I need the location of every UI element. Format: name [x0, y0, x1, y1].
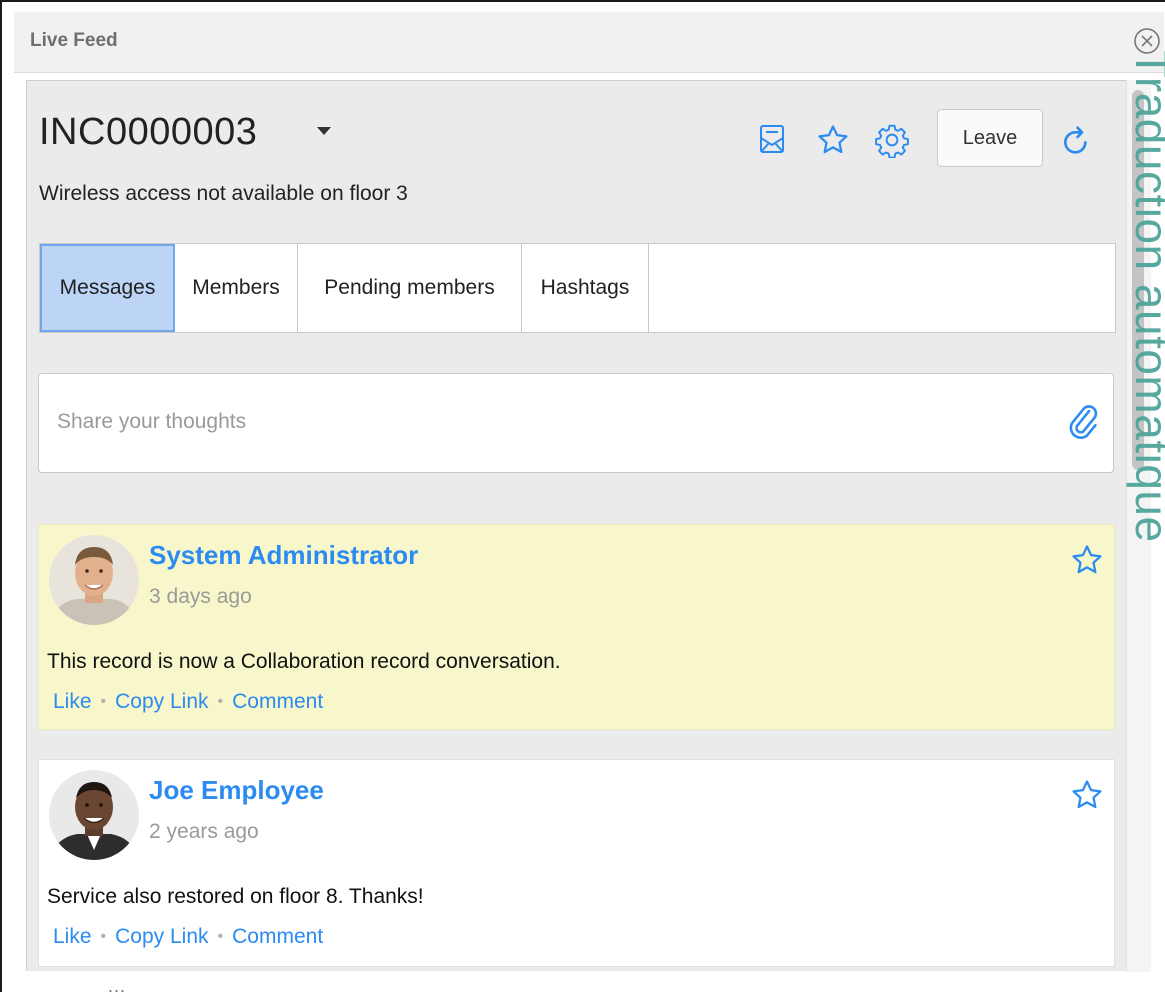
separator-dot: •: [100, 693, 107, 710]
comment-link[interactable]: Comment: [232, 925, 323, 948]
window-title: Live Feed: [30, 30, 118, 51]
feed-post: System Administrator 3 days ago This rec…: [38, 524, 1115, 730]
scrollbar-thumb[interactable]: [1132, 90, 1144, 470]
live-feed-window: Live Feed INC0000003 Wireless access not…: [0, 0, 1165, 996]
comment-link[interactable]: Comment: [232, 690, 323, 713]
post-text: This record is now a Collaboration recor…: [47, 650, 561, 673]
star-outline-icon[interactable]: [1070, 543, 1104, 577]
post-text: Service also restored on floor 8. Thanks…: [47, 885, 424, 908]
separator-dot: •: [100, 928, 107, 945]
post-timestamp: 3 days ago: [149, 585, 252, 608]
conversation-panel: INC0000003 Wireless access not available…: [26, 80, 1128, 971]
paperclip-icon[interactable]: [1065, 399, 1099, 443]
post-timestamp: 2 years ago: [149, 820, 259, 843]
copy-link-link[interactable]: Copy Link: [115, 690, 208, 713]
refresh-icon[interactable]: [1060, 123, 1092, 159]
tab-hashtags[interactable]: Hashtags: [522, 244, 649, 332]
post-actions: Like • Copy Link • Comment: [53, 690, 323, 714]
title-bar: Live Feed: [14, 12, 1164, 73]
leave-button[interactable]: Leave: [937, 109, 1043, 167]
feed-post: Joe Employee 2 years ago Service also re…: [38, 759, 1115, 967]
record-description: Wireless access not available on floor 3: [39, 182, 408, 205]
avatar: [49, 770, 139, 860]
post-author[interactable]: Joe Employee: [149, 775, 324, 806]
separator-dot: •: [217, 928, 224, 945]
tab-members[interactable]: Members: [175, 244, 298, 332]
tab-messages[interactable]: Messages: [40, 244, 175, 332]
email-icon[interactable]: [757, 124, 787, 156]
close-icon[interactable]: [1132, 26, 1162, 56]
share-input[interactable]: [39, 374, 1039, 470]
tab-bar: Messages Members Pending members Hashtag…: [39, 243, 1116, 333]
record-id: INC0000003: [39, 111, 258, 153]
star-outline-icon[interactable]: [1070, 778, 1104, 812]
copy-link-link[interactable]: Copy Link: [115, 925, 208, 948]
star-outline-icon[interactable]: [816, 123, 850, 157]
share-box: [38, 373, 1114, 473]
like-link[interactable]: Like: [53, 690, 92, 713]
separator-dot: •: [217, 693, 224, 710]
ellipsis-text: ...: [108, 976, 127, 996]
post-actions: Like • Copy Link • Comment: [53, 925, 323, 949]
scrollbar[interactable]: [1126, 80, 1151, 972]
gear-icon[interactable]: [874, 122, 910, 158]
tab-pending-members[interactable]: Pending members: [298, 244, 522, 332]
avatar: [49, 535, 139, 625]
like-link[interactable]: Like: [53, 925, 92, 948]
post-author[interactable]: System Administrator: [149, 540, 418, 571]
chevron-down-icon[interactable]: [317, 127, 331, 135]
